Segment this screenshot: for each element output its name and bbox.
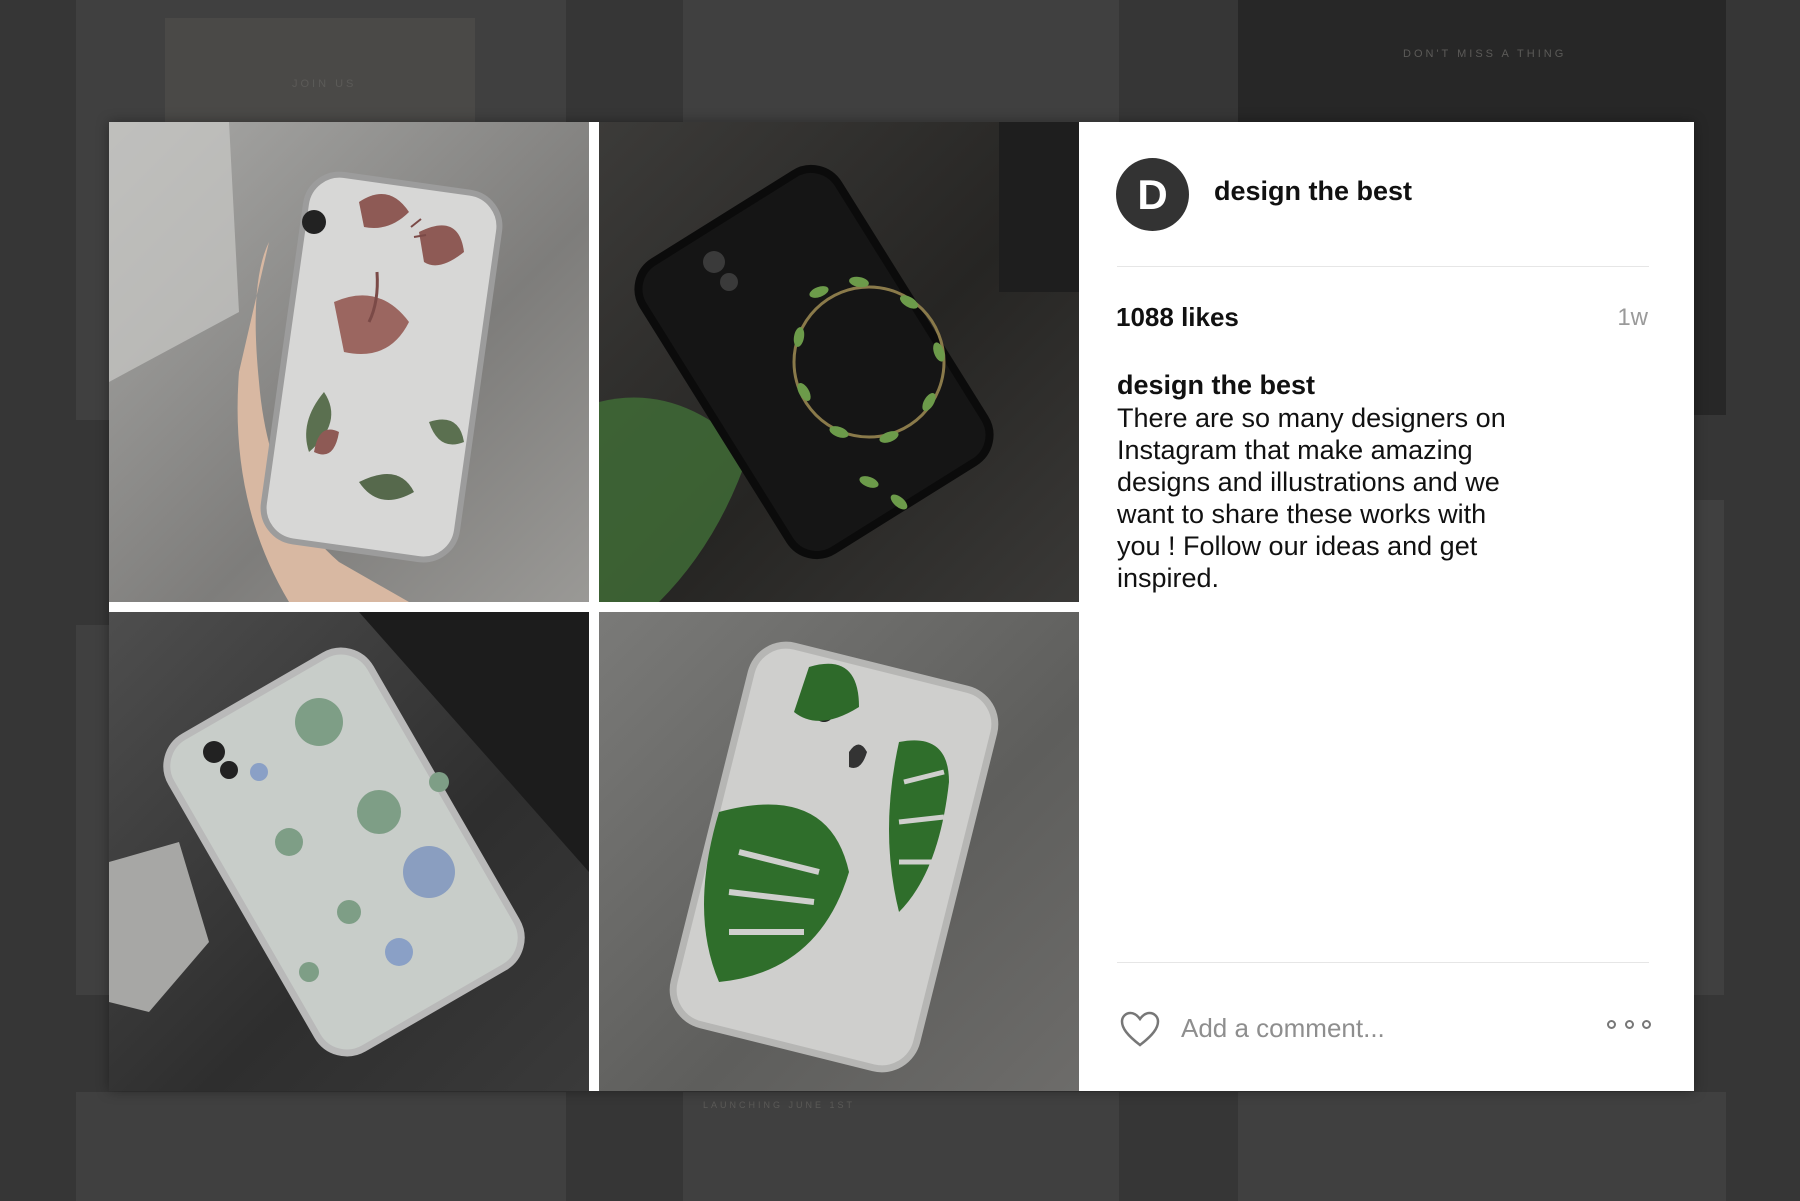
more-dot: [1642, 1020, 1651, 1029]
footer-divider: [1117, 962, 1649, 963]
post-photo-hibiscus-case[interactable]: [109, 122, 589, 602]
monstera-case-illustration: [669, 641, 999, 1073]
post-username[interactable]: design the best: [1214, 176, 1412, 207]
avatar[interactable]: D: [1116, 158, 1189, 231]
post-modal: D design the best 1088 likes 1w design t…: [109, 122, 1694, 1091]
post-photo-succulent-case[interactable]: [109, 612, 589, 1091]
header-divider: [1117, 266, 1649, 267]
hibiscus-case-illustration: [109, 122, 503, 602]
caption-text: There are so many designers on Instagram…: [1117, 403, 1506, 593]
comment-input[interactable]: [1181, 1013, 1561, 1044]
succulent-case-illustration: [109, 612, 589, 1057]
more-dot: [1624, 1020, 1634, 1029]
post-details-panel: D design the best 1088 likes 1w design t…: [1079, 122, 1694, 1091]
heart-icon[interactable]: [1119, 1010, 1161, 1048]
photo-grid: [109, 122, 1079, 1091]
likes-count[interactable]: 1088 likes: [1116, 302, 1239, 333]
more-dot: [1607, 1020, 1616, 1029]
post-photo-wreath-case[interactable]: [599, 122, 1079, 602]
post-time: 1w: [1617, 304, 1648, 331]
wreath-case-illustration: [599, 122, 1079, 602]
more-options-icon[interactable]: [1607, 1020, 1651, 1034]
caption-username[interactable]: design the best: [1117, 370, 1315, 401]
post-photo-monstera-case[interactable]: [599, 612, 1079, 1091]
